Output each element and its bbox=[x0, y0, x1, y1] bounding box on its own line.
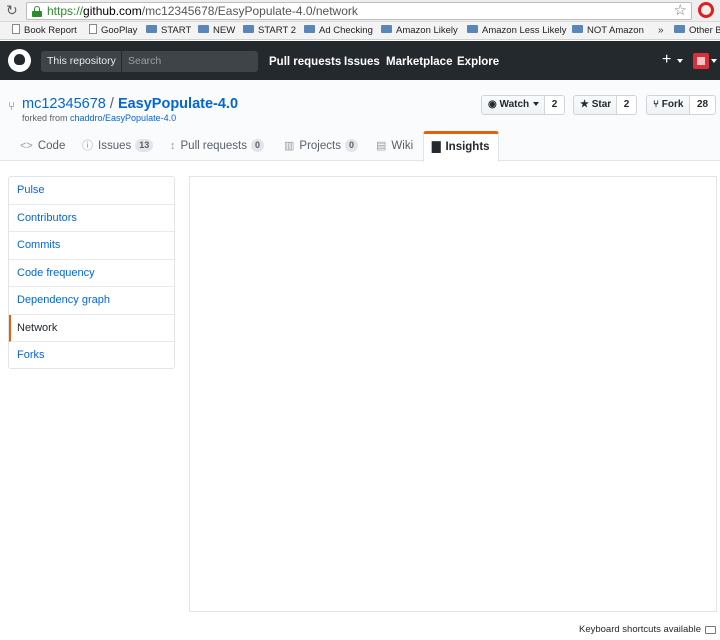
browser-toolbar: ↻ https://github.com/mc12345678/EasyPopu… bbox=[0, 0, 720, 22]
pr-count-badge: 0 bbox=[250, 139, 264, 152]
star-count[interactable]: 2 bbox=[617, 95, 637, 115]
bookmarks-overflow[interactable]: » bbox=[658, 24, 664, 38]
nav-pull-requests[interactable]: Pull requests bbox=[269, 55, 341, 69]
fork-icon: ⑂ bbox=[653, 99, 659, 110]
star-icon: ★ bbox=[580, 99, 589, 110]
book-icon: ▤ bbox=[376, 140, 387, 152]
chevron-down-icon[interactable] bbox=[677, 59, 683, 63]
chevron-down-icon bbox=[533, 102, 540, 107]
bookmark-item-other[interactable]: Other Bo bbox=[674, 24, 720, 38]
url-text: https://github.com/mc12345678/EasyPopula… bbox=[47, 4, 358, 18]
reload-icon[interactable]: ↻ bbox=[6, 3, 20, 17]
menu-item-forks[interactable]: Forks bbox=[9, 342, 174, 370]
code-icon: <> bbox=[20, 140, 33, 152]
page-icon bbox=[12, 24, 20, 35]
tab-projects[interactable]: ▥ Projects 0 bbox=[276, 132, 366, 161]
bookmark-item[interactable]: NOT Amazon bbox=[572, 24, 644, 38]
site-header: This repository Search Pull requests Iss… bbox=[0, 41, 720, 80]
lock-icon bbox=[32, 6, 42, 17]
avatar[interactable] bbox=[693, 53, 709, 69]
folder-icon bbox=[146, 25, 157, 34]
menu-item-commits[interactable]: Commits bbox=[9, 232, 174, 260]
watch-count[interactable]: 2 bbox=[545, 95, 565, 115]
forked-from: forked from chaddro/EasyPopulate-4.0 bbox=[22, 113, 177, 123]
repo-title: mc12345678 / EasyPopulate-4.0 bbox=[22, 96, 239, 112]
folder-icon bbox=[304, 25, 315, 34]
folder-icon bbox=[198, 25, 209, 34]
projects-count-badge: 0 bbox=[344, 139, 358, 152]
folder-icon bbox=[674, 25, 685, 34]
network-graph-panel[interactable] bbox=[189, 176, 717, 612]
folder-icon bbox=[381, 25, 392, 34]
keyboard-icon[interactable] bbox=[705, 626, 716, 634]
tab-pull-requests[interactable]: ↕ Pull requests 0 bbox=[162, 132, 272, 161]
menu-item-code-frequency[interactable]: Code frequency bbox=[9, 260, 174, 287]
opera-icon[interactable] bbox=[698, 2, 714, 18]
folder-icon bbox=[243, 25, 254, 34]
nav-issues[interactable]: Issues bbox=[344, 55, 380, 69]
keyboard-shortcuts-link[interactable]: Keyboard shortcuts available bbox=[579, 624, 701, 636]
tab-insights[interactable]: ▇ Insights bbox=[423, 131, 499, 162]
menu-item-pulse[interactable]: Pulse bbox=[9, 177, 174, 205]
chevron-down-icon[interactable] bbox=[711, 59, 717, 63]
bookmark-item[interactable]: Book Report bbox=[12, 24, 77, 38]
pull-request-icon: ↕ bbox=[170, 140, 176, 152]
nav-explore[interactable]: Explore bbox=[457, 55, 499, 69]
repo-forked-icon: ⑂ bbox=[8, 99, 16, 113]
issue-icon: ⓘ bbox=[82, 140, 93, 152]
tab-code[interactable]: <> Code bbox=[12, 132, 73, 161]
graph-icon: ▇ bbox=[432, 141, 441, 153]
menu-item-contributors[interactable]: Contributors bbox=[9, 205, 174, 232]
fork-button[interactable]: ⑂ Fork bbox=[646, 95, 690, 115]
bookmark-star-icon[interactable]: ☆ bbox=[674, 2, 687, 20]
insights-menu: Pulse Contributors Commits Code frequenc… bbox=[8, 176, 175, 369]
issues-count-badge: 13 bbox=[135, 139, 154, 152]
address-bar[interactable]: https://github.com/mc12345678/EasyPopula… bbox=[26, 2, 692, 20]
search-input[interactable]: Search bbox=[121, 51, 258, 72]
forked-source-link[interactable]: chaddro/EasyPopulate-4.0 bbox=[70, 113, 176, 123]
plus-icon[interactable]: + bbox=[662, 52, 671, 68]
search-scope-label: This repository bbox=[41, 51, 121, 72]
menu-item-network[interactable]: Network bbox=[9, 314, 174, 342]
bookmark-item[interactable]: Amazon Less Likely bbox=[467, 24, 566, 38]
page-icon bbox=[89, 24, 97, 35]
watch-button[interactable]: ◉ Watch bbox=[481, 95, 545, 115]
github-logo-icon[interactable] bbox=[8, 49, 31, 72]
tab-wiki[interactable]: ▤ Wiki bbox=[368, 132, 421, 161]
tab-issues[interactable]: ⓘ Issues 13 bbox=[74, 132, 161, 161]
bookmark-item[interactable]: NEW bbox=[198, 24, 235, 38]
eye-icon: ◉ bbox=[488, 99, 497, 110]
star-button[interactable]: ★ Star bbox=[573, 95, 617, 115]
repo-name-link[interactable]: EasyPopulate-4.0 bbox=[118, 96, 238, 112]
bookmark-item[interactable]: Amazon Likely bbox=[381, 24, 458, 38]
fork-count[interactable]: 28 bbox=[690, 95, 716, 115]
bookmarks-bar: Book Report GooPlay START NEW START 2 Ad… bbox=[0, 22, 720, 40]
nav-marketplace[interactable]: Marketplace bbox=[386, 55, 452, 69]
bookmark-item[interactable]: Ad Checking bbox=[304, 24, 373, 38]
bookmark-item[interactable]: GooPlay bbox=[89, 24, 137, 38]
folder-icon bbox=[572, 25, 583, 34]
project-icon: ▥ bbox=[284, 140, 295, 152]
menu-item-dependency-graph[interactable]: Dependency graph bbox=[9, 287, 174, 315]
repo-owner-link[interactable]: mc12345678 bbox=[22, 96, 106, 112]
bookmark-item[interactable]: START bbox=[146, 24, 191, 38]
folder-icon bbox=[467, 25, 478, 34]
bookmark-item[interactable]: START 2 bbox=[243, 24, 296, 38]
